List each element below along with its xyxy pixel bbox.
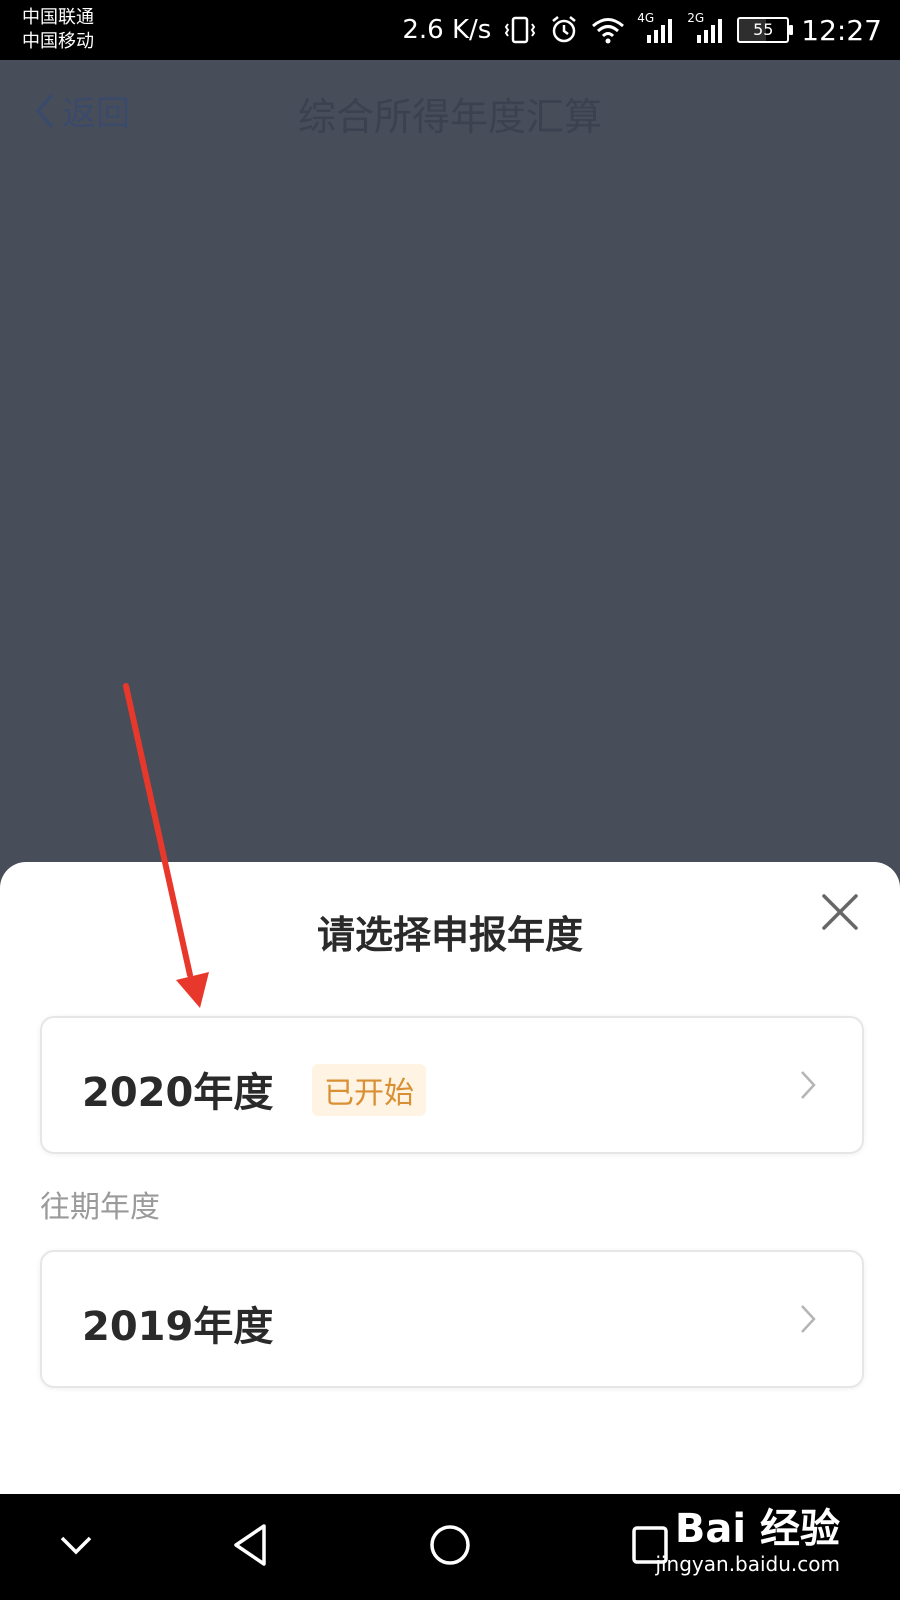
back-triangle-icon[interactable]: [228, 1522, 272, 1568]
battery-level: 55: [753, 20, 774, 39]
chevron-right-icon: [801, 1305, 816, 1333]
carrier-1: 中国联通: [22, 7, 94, 28]
signal-bars-icon: [647, 19, 673, 43]
chevron-right-icon: [801, 1071, 816, 1099]
carrier-2: 中国移动: [22, 31, 94, 52]
wifi-icon: [592, 18, 625, 44]
network-speed: 2.6 K/s: [402, 15, 492, 45]
status-badge: 已开始: [312, 1064, 426, 1116]
alarm-icon: [552, 16, 577, 43]
clock: 12:27: [801, 13, 882, 47]
navigation-bar: Bai 经验 jingyan.baidu.com: [0, 1494, 900, 1600]
status-icons: 2.6 K/s 4G 2G 55 12:27: [402, 10, 882, 50]
watermark-site: jingyan.baidu.com: [655, 1552, 840, 1576]
close-icon[interactable]: [818, 890, 862, 934]
year-option-past[interactable]: 2019年度: [40, 1250, 864, 1388]
home-circle-icon[interactable]: [428, 1522, 472, 1568]
carrier-info: 中国联通 中国移动: [22, 6, 94, 54]
year-label: 2019年度: [82, 1304, 274, 1350]
page-title: 综合所得年度汇算: [297, 95, 602, 139]
signal-2: 2G: [687, 11, 725, 45]
year-option-current[interactable]: 2020年度 已开始: [40, 1016, 864, 1154]
signal-1: 4G: [637, 11, 675, 45]
status-bar: 中国联通 中国移动 2.6 K/s 4G 2G 55 12:27: [0, 0, 900, 60]
battery-icon: 55: [737, 17, 794, 43]
year-label: 2020年度: [82, 1070, 274, 1116]
past-years-label: 往期年度: [40, 1190, 160, 1225]
signal-bars-icon: [697, 19, 723, 43]
baidu-watermark: Bai 经验 jingyan.baidu.com: [655, 1506, 840, 1576]
year-select-sheet: 请选择申报年度 2020年度 已开始 往期年度 2019年度: [0, 862, 900, 1494]
vibrate-icon: [505, 16, 536, 44]
sheet-title: 请选择申报年度: [316, 913, 583, 957]
chevron-down-icon[interactable]: [56, 1522, 96, 1566]
watermark-brand: Bai 经验: [674, 1506, 840, 1552]
